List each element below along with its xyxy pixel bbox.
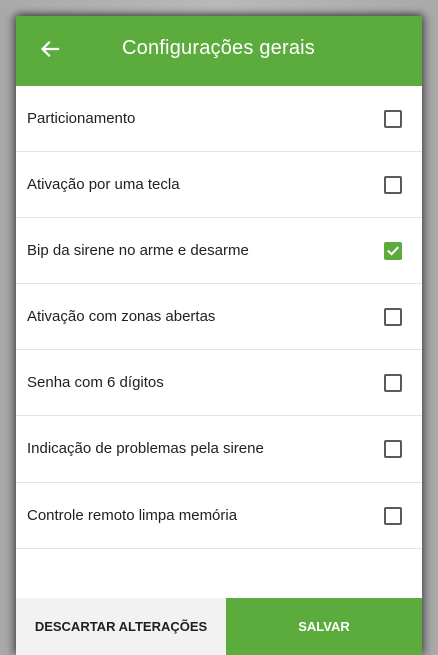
setting-row-zonas-abertas[interactable]: Ativação com zonas abertas: [16, 284, 422, 350]
setting-label: Controle remoto limpa memória: [27, 506, 238, 524]
setting-row-bip-sirene[interactable]: Bip da sirene no arme e desarme: [16, 218, 422, 284]
setting-label: Ativação por uma tecla: [27, 175, 180, 193]
setting-label: Bip da sirene no arme e desarme: [27, 241, 249, 259]
app-bar: Configurações gerais: [16, 16, 422, 86]
setting-row-controle-remoto[interactable]: Controle remoto limpa memória: [16, 483, 422, 549]
checkbox-unchecked[interactable]: [384, 373, 402, 392]
checkbox-unchecked[interactable]: [384, 307, 402, 326]
save-button[interactable]: SALVAR: [226, 598, 422, 655]
checkbox-unchecked[interactable]: [384, 175, 402, 194]
setting-row-senha-6[interactable]: Senha com 6 dígitos: [16, 350, 422, 416]
setting-label: Senha com 6 dígitos: [27, 373, 164, 391]
discard-changes-button[interactable]: DESCARTAR ALTERAÇÕES: [16, 598, 226, 655]
checkbox-unchecked[interactable]: [384, 109, 402, 128]
app-screen: Configurações gerais Particionamento Ati…: [16, 16, 422, 655]
setting-row-particionamento[interactable]: Particionamento: [16, 86, 422, 152]
arrow-left-icon: [40, 39, 60, 64]
setting-label: Ativação com zonas abertas: [27, 307, 216, 325]
setting-label: Indicação de problemas pela sirene: [27, 440, 264, 457]
device-frame: Configurações gerais Particionamento Ati…: [0, 0, 438, 655]
setting-row-problemas-sirene[interactable]: Indicação de problemas pela sirene: [16, 416, 422, 483]
checkbox-checked[interactable]: [384, 241, 402, 260]
checkmark-icon: [387, 245, 400, 256]
page-title: Configurações gerais: [122, 37, 315, 59]
setting-row-ativacao-tecla[interactable]: Ativação por uma tecla: [16, 152, 422, 218]
settings-list: Particionamento Ativação por uma tecla B…: [16, 86, 422, 549]
checkbox-unchecked[interactable]: [384, 506, 402, 525]
checkbox-unchecked[interactable]: [384, 440, 402, 458]
bottom-action-bar: DESCARTAR ALTERAÇÕES SALVAR: [16, 598, 422, 655]
back-button[interactable]: [32, 33, 68, 69]
setting-label: Particionamento: [27, 109, 136, 127]
